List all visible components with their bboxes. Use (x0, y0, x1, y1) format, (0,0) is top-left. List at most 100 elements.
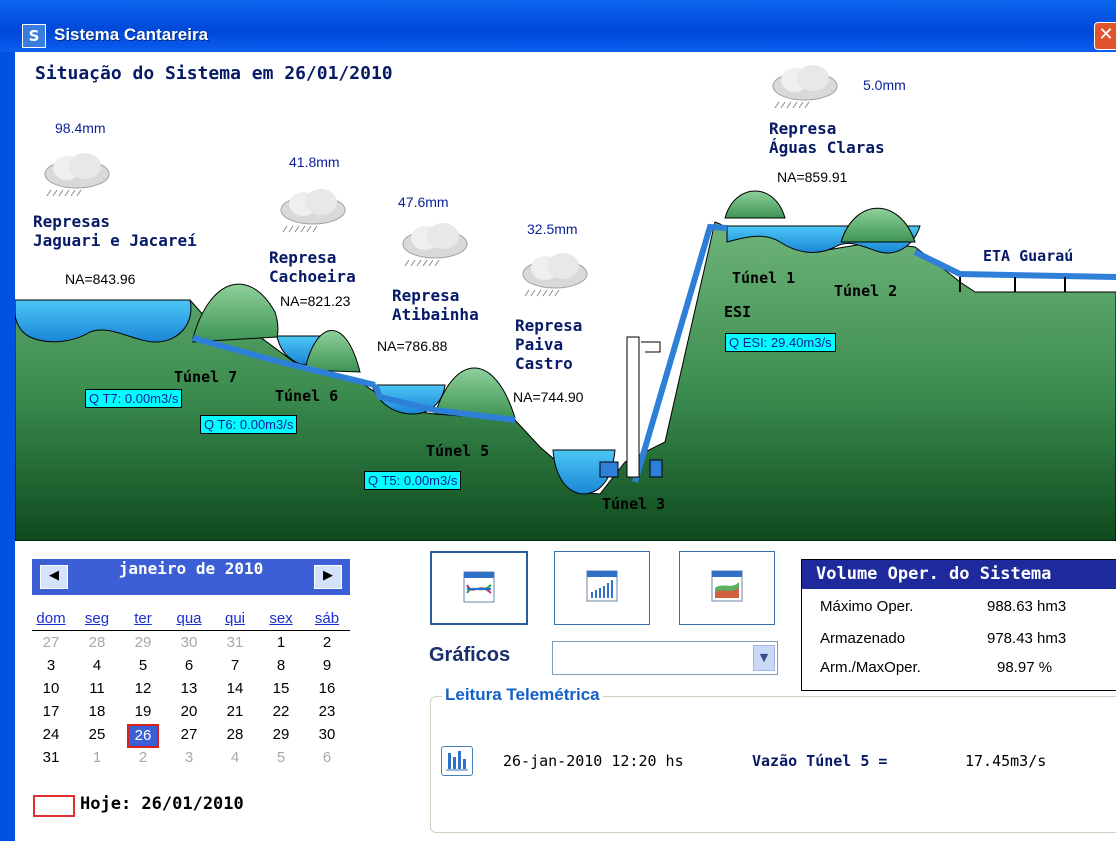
calendar-day[interactable]: 6 (174, 655, 204, 677)
volume-row-value: 978.43 hm3 (987, 630, 1067, 647)
calendar-day[interactable]: 3 (174, 747, 204, 769)
calendar-day[interactable]: 20 (174, 701, 204, 723)
calendar-prev-button[interactable]: ◀ (40, 565, 68, 589)
reservoir-jaguari-name: Represas Jaguari e Jacareí (33, 212, 197, 250)
calendar-month: janeiro de 2010 (118, 559, 264, 578)
bar-chart-icon (586, 570, 618, 602)
client-area: Situação do Sistema em 26/01/2010 98.4mm… (15, 52, 1116, 841)
rain-cloud-icon (44, 153, 110, 197)
calendar-day[interactable]: 5 (266, 747, 296, 769)
volume-row-value: 988.63 hm3 (987, 598, 1067, 615)
telemetry-datetime: 26-jan-2010 12:20 hs (503, 752, 684, 770)
rain-cloud-icon (402, 223, 468, 267)
esi-label: ESI (724, 303, 752, 321)
calendar-day[interactable]: 4 (82, 655, 112, 677)
line-chart-icon (463, 571, 495, 603)
calendar-day[interactable]: 21 (220, 701, 250, 723)
level-cachoeira: NA=821.23 (280, 293, 351, 309)
graphs-select[interactable]: ▼ (552, 641, 778, 675)
volume-row-label: Armazenado (820, 630, 906, 647)
calendar-day[interactable]: 11 (82, 678, 112, 700)
window-frame (0, 52, 15, 841)
weekday-label: sáb (314, 610, 340, 627)
chevron-down-icon[interactable]: ▼ (753, 645, 775, 671)
rain-aguas-claras: 5.0mm (863, 77, 906, 93)
calendar-day[interactable]: 31 (220, 632, 250, 654)
calendar-day[interactable]: 23 (312, 701, 342, 723)
calendar-day[interactable]: 9 (312, 655, 342, 677)
telemetry-title: Leitura Telemétrica (442, 685, 603, 705)
calendar-day[interactable]: 17 (36, 701, 66, 723)
volume-panel: Volume Oper. do Sistema Máximo Oper. 988… (801, 559, 1116, 691)
app-logo-icon[interactable]: S (22, 24, 46, 48)
flow-t5: Q T5: 0.00m3/s (364, 471, 462, 490)
eta-guarau-label: ETA Guaraú (983, 247, 1074, 265)
calendar-day[interactable]: 3 (36, 655, 66, 677)
calendar-day[interactable]: 1 (82, 747, 112, 769)
calendar-day[interactable]: 10 (36, 678, 66, 700)
calendar-day[interactable]: 8 (266, 655, 296, 677)
tunnel-5-label: Túnel 5 (426, 442, 490, 460)
calendar-day[interactable]: 24 (36, 724, 66, 746)
rain-cloud-icon (280, 189, 346, 233)
calendar-grid: 27 28 29 30 31 1 2 3 4 5 6 7 8 9 10 11 12 13 14 15 16 17 18 19 2… (32, 632, 350, 772)
weekday-label: ter (134, 610, 152, 627)
level-aguas-claras: NA=859.91 (777, 169, 848, 185)
calendar-day[interactable]: 2 (128, 747, 158, 769)
calendar-day[interactable]: 4 (220, 747, 250, 769)
calendar-day[interactable]: 30 (174, 632, 204, 654)
calendar-day[interactable]: 25 (82, 724, 112, 746)
rain-paiva-castro: 32.5mm (527, 221, 578, 237)
rain-cachoeira: 41.8mm (289, 154, 340, 170)
arrow-left-icon: ◀ (49, 568, 59, 583)
telemetry-value: 17.45m3/s (965, 752, 1047, 770)
level-paiva-castro: NA=744.90 (511, 389, 586, 405)
flow-esi: Q ESI: 29.40m3/s (725, 333, 836, 352)
calendar-day[interactable]: 7 (220, 655, 250, 677)
today-link[interactable]: Hoje: 26/01/2010 (80, 794, 244, 814)
rain-jaguari: 98.4mm (55, 120, 106, 136)
weekday-label: sex (269, 610, 293, 627)
volume-row-label: Máximo Oper. (820, 598, 914, 615)
level-atibainha: NA=786.88 (377, 338, 448, 354)
reservoir-aguas-claras-name: Represa Águas Claras (769, 119, 885, 157)
volume-row-value: 98.97 % (997, 659, 1053, 676)
telemetry-chart-button[interactable] (441, 746, 473, 776)
calendar-day[interactable]: 28 (82, 632, 112, 654)
calendar-day[interactable]: 22 (266, 701, 296, 723)
weekday-label: seg (84, 610, 110, 627)
calendar-day[interactable]: 13 (174, 678, 204, 700)
graph-button-areas[interactable] (679, 551, 775, 625)
weekday-label: dom (36, 610, 66, 627)
calendar-day[interactable]: 1 (266, 632, 296, 654)
calendar-day[interactable]: 15 (266, 678, 296, 700)
graph-button-lines[interactable] (430, 551, 528, 625)
window-title: Sistema Cantareira (54, 25, 209, 44)
calendar-day[interactable]: 27 (36, 632, 66, 654)
calendar-next-button[interactable]: ▶ (314, 565, 342, 589)
calendar-day[interactable]: 14 (220, 678, 250, 700)
flow-t6: Q T6: 0.00m3/s (200, 415, 298, 434)
tunnel-7-label: Túnel 7 (174, 368, 238, 386)
calendar-day[interactable]: 16 (312, 678, 342, 700)
calendar-day[interactable]: 18 (82, 701, 112, 723)
calendar-day[interactable]: 29 (128, 632, 158, 654)
today-marker (33, 795, 75, 817)
reservoir-cachoeira-name: Represa Cachoeira (269, 248, 356, 286)
calendar-day[interactable]: 12 (128, 678, 158, 700)
calendar-day[interactable]: 26 (127, 724, 159, 748)
calendar-day[interactable]: 28 (220, 724, 250, 746)
graph-button-bars[interactable] (554, 551, 650, 625)
calendar-day[interactable]: 31 (36, 747, 66, 769)
close-button[interactable]: ✕ (1094, 22, 1116, 50)
calendar-day[interactable]: 19 (128, 701, 158, 723)
calendar-day[interactable]: 6 (312, 747, 342, 769)
rain-atibainha: 47.6mm (398, 194, 449, 210)
calendar-day[interactable]: 29 (266, 724, 296, 746)
calendar-day[interactable]: 27 (174, 724, 204, 746)
area-chart-icon (711, 570, 743, 602)
calendar-day[interactable]: 2 (312, 632, 342, 654)
reservoir-atibainha-name: Represa Atibainha (392, 286, 479, 324)
calendar-day[interactable]: 30 (312, 724, 342, 746)
calendar-day[interactable]: 5 (128, 655, 158, 677)
